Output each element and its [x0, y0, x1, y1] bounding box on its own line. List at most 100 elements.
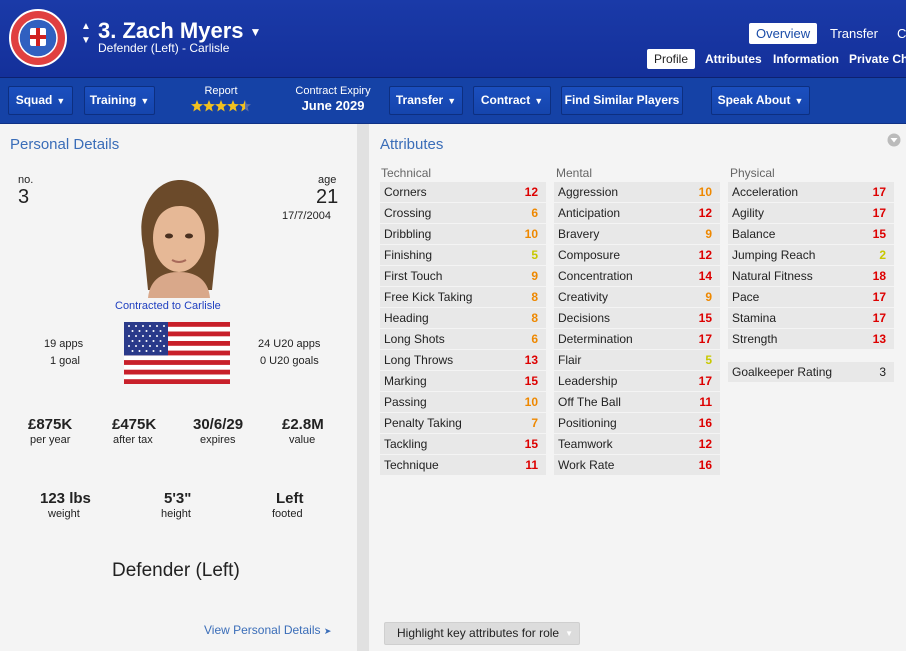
tab-overview[interactable]: Overview: [749, 23, 818, 44]
squad-label: Squad: [15, 93, 53, 107]
attribute-row-concentration[interactable]: Concentration 14: [554, 266, 720, 286]
attribute-row-balance[interactable]: Balance 15: [728, 224, 894, 244]
attributes-title: Attributes: [380, 136, 444, 153]
attribute-name: Technique: [384, 458, 439, 472]
goalkeeper-rating-row[interactable]: Goalkeeper Rating 3: [728, 362, 894, 382]
view-personal-details-link[interactable]: View Personal Details ➤: [204, 623, 331, 637]
highlight-key-attributes-button[interactable]: Highlight key attributes for role ▼: [384, 622, 581, 645]
attribute-row-stamina[interactable]: Stamina 17: [728, 308, 894, 328]
attribute-name: Leadership: [558, 374, 618, 388]
next-player-icon[interactable]: ▼: [80, 34, 92, 48]
tab-more[interactable]: C: [890, 23, 906, 44]
attribute-row-heading[interactable]: Heading 8: [380, 308, 546, 328]
attribute-row-strength[interactable]: Strength 13: [728, 329, 894, 349]
preferred-foot-label: footed: [272, 508, 303, 520]
club-crest-icon[interactable]: [8, 8, 68, 68]
attribute-row-marking[interactable]: Marking 15: [380, 371, 546, 391]
personal-details-panel: Personal Details no. 3 age 21 17/7/2004 …: [0, 124, 357, 651]
attribute-row-dribbling[interactable]: Dribbling 10: [380, 224, 546, 244]
attribute-row-positioning[interactable]: Positioning 16: [554, 413, 720, 433]
market-value: £2.8M: [282, 416, 324, 433]
attribute-row-natural-fitness[interactable]: Natural Fitness 18: [728, 266, 894, 286]
squad-button[interactable]: Squad ▼: [8, 86, 73, 115]
attribute-row-off-the-ball[interactable]: Off The Ball 11: [554, 392, 720, 412]
attribute-row-long-throws[interactable]: Long Throws 13: [380, 350, 546, 370]
attribute-row-finishing[interactable]: Finishing 5: [380, 245, 546, 265]
attribute-row-agility[interactable]: Agility 17: [728, 203, 894, 223]
attribute-row-decisions[interactable]: Decisions 15: [554, 308, 720, 328]
prev-player-icon[interactable]: ▲: [80, 20, 92, 34]
player-nav-arrows: ▲ ▼: [80, 20, 92, 48]
contract-expiry-value: June 2029: [301, 98, 365, 113]
attribute-value: 10: [524, 227, 538, 241]
attribute-name: Pace: [732, 290, 760, 304]
attribute-row-long-shots[interactable]: Long Shots 6: [380, 329, 546, 349]
attribute-row-teamwork[interactable]: Teamwork 12: [554, 434, 720, 454]
attribute-row-determination[interactable]: Determination 17: [554, 329, 720, 349]
report-summary[interactable]: Report: [180, 85, 262, 117]
attribute-name: Long Shots: [384, 332, 445, 346]
attribute-row-tackling[interactable]: Tackling 15: [380, 434, 546, 454]
attribute-row-pace[interactable]: Pace 17: [728, 287, 894, 307]
subtab-information[interactable]: Information: [766, 49, 846, 69]
contract-expiry-label: Contract Expiry: [295, 85, 371, 97]
attribute-name: Off The Ball: [558, 395, 621, 409]
attribute-row-crossing[interactable]: Crossing 6: [380, 203, 546, 223]
attribute-name: Composure: [558, 248, 621, 262]
attribute-row-free-kick-taking[interactable]: Free Kick Taking 8: [380, 287, 546, 307]
panel-divider: [357, 124, 369, 651]
subtab-attributes[interactable]: Attributes: [698, 49, 769, 69]
attribute-value: 8: [531, 290, 538, 304]
subtab-private-chat[interactable]: Private Cha: [842, 49, 906, 69]
panel-options-icon[interactable]: [887, 133, 901, 147]
speak-about-button[interactable]: Speak About ▼: [711, 86, 810, 115]
attribute-row-technique[interactable]: Technique 11: [380, 455, 546, 475]
contracted-to-link[interactable]: Contracted to Carlisle: [115, 300, 221, 312]
attribute-value: 17: [872, 185, 886, 199]
attribute-row-corners[interactable]: Corners 12: [380, 182, 546, 202]
find-similar-players-button[interactable]: Find Similar Players: [561, 86, 683, 115]
subtab-profile[interactable]: Profile: [647, 49, 696, 69]
report-stars-icon: [191, 100, 251, 112]
attribute-value: 8: [531, 311, 538, 325]
attribute-row-penalty-taking[interactable]: Penalty Taking 7: [380, 413, 546, 433]
player-header: ▲ ▼ 3. Zach Myers ▼ Defender (Left) - Car…: [0, 0, 906, 78]
attribute-row-work-rate[interactable]: Work Rate 16: [554, 455, 720, 475]
attribute-name: Stamina: [732, 311, 777, 325]
attribute-value: 17: [872, 290, 886, 304]
attribute-value: 12: [698, 248, 712, 262]
player-subtitle: Defender (Left) - Carlisle: [98, 41, 230, 55]
usa-flag-icon: [124, 322, 230, 384]
attribute-row-bravery[interactable]: Bravery 9: [554, 224, 720, 244]
chevron-down-icon: ▼: [534, 96, 544, 106]
attribute-row-first-touch[interactable]: First Touch 9: [380, 266, 546, 286]
goalkeeper-rating-label: Goalkeeper Rating: [732, 365, 833, 379]
contract-button[interactable]: Contract ▼: [473, 86, 551, 115]
training-button[interactable]: Training ▼: [84, 86, 155, 115]
wage-value: £875K: [28, 416, 73, 433]
chevron-down-icon: ▼: [249, 25, 262, 40]
attribute-row-jumping-reach[interactable]: Jumping Reach 2: [728, 245, 894, 265]
attribute-name: Positioning: [558, 416, 617, 430]
tab-transfer[interactable]: Transfer: [823, 23, 885, 44]
height-label: height: [161, 508, 191, 520]
attribute-row-flair[interactable]: Flair 5: [554, 350, 720, 370]
attribute-row-aggression[interactable]: Aggression 10: [554, 182, 720, 202]
height-value: 5'3": [164, 490, 192, 507]
attribute-row-passing[interactable]: Passing 10: [380, 392, 546, 412]
attribute-name: Heading: [384, 311, 429, 325]
attribute-value: 5: [705, 353, 712, 367]
attribute-row-creativity[interactable]: Creativity 9: [554, 287, 720, 307]
contract-expires-value: 30/6/29: [193, 416, 244, 433]
attribute-row-anticipation[interactable]: Anticipation 12: [554, 203, 720, 223]
highlight-key-attributes-label: Highlight key attributes for role: [397, 626, 560, 640]
attribute-row-composure[interactable]: Composure 12: [554, 245, 720, 265]
attribute-row-acceleration[interactable]: Acceleration 17: [728, 182, 894, 202]
attribute-value: 16: [698, 416, 712, 430]
transfer-button[interactable]: Transfer ▼: [389, 86, 463, 115]
attribute-value: 11: [699, 395, 712, 409]
attribute-value: 17: [698, 374, 712, 388]
attribute-name: Bravery: [558, 227, 600, 241]
squad-number-label: no.: [18, 174, 34, 186]
attribute-row-leadership[interactable]: Leadership 17: [554, 371, 720, 391]
